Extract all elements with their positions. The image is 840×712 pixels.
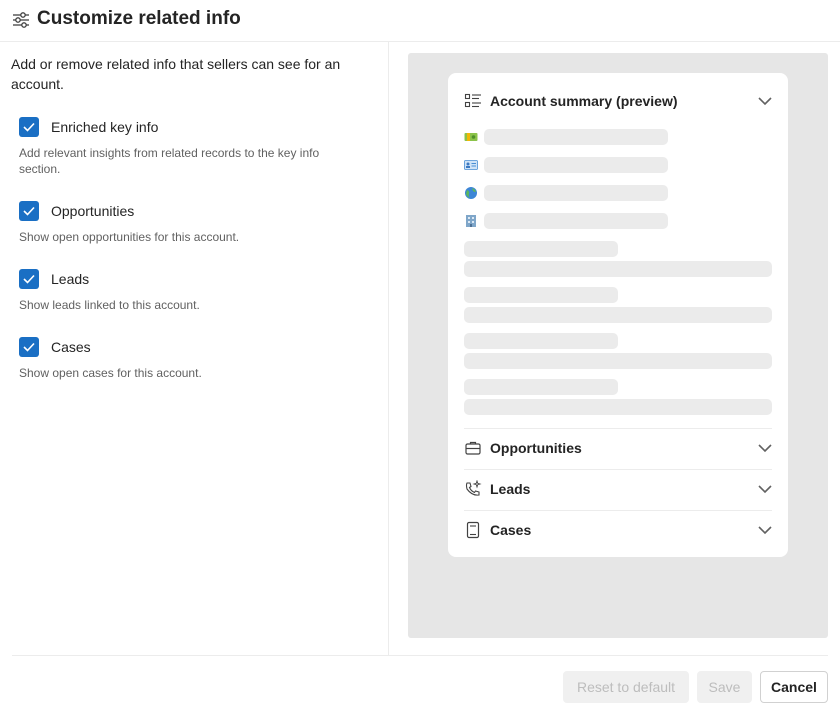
skeleton-bar [484,213,668,229]
money-icon [464,133,478,141]
option-label: Enriched key info [51,119,159,135]
skeleton-line [464,287,618,303]
section-title: Opportunities [490,440,582,456]
reset-to-default-button[interactable]: Reset to default [563,671,689,703]
skeleton-line [464,379,618,395]
summary-row [464,129,674,145]
opportunities-checkbox[interactable] [19,201,39,221]
skeleton-bar [484,185,668,201]
option-label: Cases [51,339,91,355]
skeleton-bar [484,157,668,173]
option-description: Show open cases for this account. [19,366,202,380]
cancel-button[interactable]: Cancel [760,671,828,703]
settings-sliders-icon [13,12,29,28]
cases-checkbox[interactable] [19,337,39,357]
checkmark-icon [23,342,35,352]
option-description: Show leads linked to this account. [19,298,200,312]
building-icon [466,215,476,227]
chevron-down-icon[interactable] [756,92,774,110]
divider [464,428,772,429]
list-details-icon [464,93,481,108]
option-leads: Leads Show leads linked to this account. [19,269,379,313]
chevron-down-icon[interactable] [756,521,774,539]
option-opportunities: Opportunities Show open opportunities fo… [19,201,379,245]
options-panel: Add or remove related info that sellers … [0,42,389,655]
divider [464,469,772,470]
option-description: Add relevant insights from related recor… [19,146,320,176]
section-account-summary[interactable]: Account summary (preview) [464,89,774,113]
briefcase-icon [465,441,481,455]
section-title: Account summary (preview) [490,93,678,109]
option-label: Leads [51,271,90,287]
document-icon [466,521,480,539]
divider [464,510,772,511]
section-title: Leads [490,481,531,497]
section-leads[interactable]: Leads [464,477,774,501]
footer-divider [12,655,828,656]
contact-card-icon [464,160,478,170]
enriched-key-info-checkbox[interactable] [19,117,39,137]
section-opportunities[interactable]: Opportunities [464,436,774,460]
skeleton-line [464,399,772,415]
page-title: Customize related info [37,8,241,29]
checkmark-icon [23,122,35,132]
checkmark-icon [23,274,35,284]
preview-panel: Account summary (preview) Opportunities … [408,53,828,638]
option-label: Opportunities [51,203,135,219]
section-cases[interactable]: Cases [464,518,774,542]
option-cases: Cases Show open cases for this account. [19,337,379,381]
skeleton-line [464,333,618,349]
skeleton-line [464,307,772,323]
intro-text: Add or remove related info that sellers … [11,56,341,92]
option-description: Show open opportunities for this account… [19,230,240,244]
chevron-down-icon[interactable] [756,480,774,498]
globe-icon [465,187,477,199]
skeleton-bar [484,129,668,145]
preview-card: Account summary (preview) Opportunities … [448,73,788,557]
summary-row [464,185,674,201]
option-enriched-key-info: Enriched key info Add relevant insights … [19,117,379,177]
leads-checkbox[interactable] [19,269,39,289]
skeleton-line [464,261,772,277]
save-button[interactable]: Save [697,671,752,703]
summary-row [464,213,674,229]
dialog-header: Customize related info [0,0,840,42]
checkmark-icon [23,206,35,216]
section-title: Cases [490,522,532,538]
skeleton-line [464,353,772,369]
phone-sparkle-icon [465,480,482,496]
summary-row [464,157,674,173]
skeleton-line [464,241,618,257]
chevron-down-icon[interactable] [756,439,774,457]
